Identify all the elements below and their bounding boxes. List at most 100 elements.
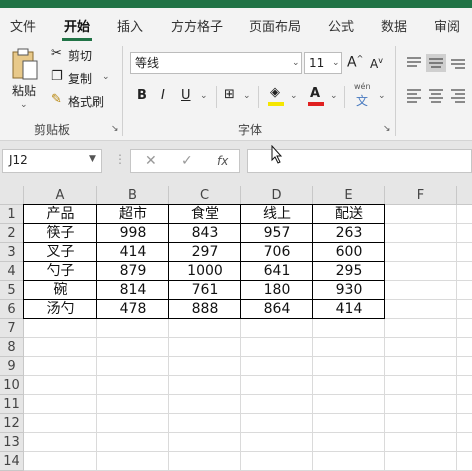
copy-icon[interactable]: ❐ — [51, 69, 63, 84]
insert-function-icon[interactable]: fx — [217, 154, 228, 168]
underline-dropdown-icon[interactable]: ⌄ — [200, 91, 208, 101]
font-launcher-icon[interactable]: ↘ — [383, 124, 391, 134]
cell-a1[interactable]: 产品 — [24, 205, 97, 224]
font-color-icon[interactable]: A — [310, 86, 320, 101]
cell-a2[interactable]: 筷子 — [24, 224, 97, 243]
row-header-13[interactable]: 13 — [0, 433, 24, 452]
column-header-a[interactable]: A — [24, 186, 97, 205]
cell-a6[interactable]: 汤勺 — [24, 300, 97, 319]
column-header-f[interactable]: F — [385, 186, 457, 205]
spreadsheet-grid[interactable]: A B C D E F 1 2 3 4 5 6 7 8 9 10 11 12 13 14 产品 超市 食堂 线上 配送 筷子 998… — [0, 186, 472, 471]
row-header-6[interactable]: 6 — [0, 300, 24, 319]
fill-color-dropdown-icon[interactable]: ⌄ — [290, 91, 298, 101]
select-all-corner[interactable] — [0, 186, 24, 205]
cell-e2[interactable]: 263 — [313, 224, 385, 243]
scissors-icon[interactable]: ✂ — [51, 46, 62, 61]
column-header-e[interactable]: E — [313, 186, 385, 205]
tab-data[interactable]: 数据 — [381, 16, 407, 35]
tab-insert[interactable]: 插入 — [117, 16, 143, 35]
cell-b5[interactable]: 814 — [97, 281, 169, 300]
tab-home[interactable]: 开始 — [64, 16, 90, 35]
font-name-select[interactable]: 等线 — [130, 52, 302, 74]
cancel-icon[interactable]: ✕ — [145, 153, 157, 169]
paste-label[interactable]: 粘贴 — [12, 82, 36, 99]
cell-d2[interactable]: 957 — [241, 224, 313, 243]
bold-button[interactable]: B — [137, 88, 147, 103]
cell-e4[interactable]: 295 — [313, 262, 385, 281]
cell-d6[interactable]: 864 — [241, 300, 313, 319]
column-header-partial[interactable] — [457, 186, 472, 205]
cell-d4[interactable]: 641 — [241, 262, 313, 281]
column-header-d[interactable]: D — [241, 186, 313, 205]
cell-b6[interactable]: 478 — [97, 300, 169, 319]
row-header-8[interactable]: 8 — [0, 338, 24, 357]
row-header-4[interactable]: 4 — [0, 262, 24, 281]
row-header-2[interactable]: 2 — [0, 224, 24, 243]
row-header-7[interactable]: 7 — [0, 319, 24, 338]
copy-dropdown-icon[interactable]: ⌄ — [102, 72, 110, 82]
tab-review[interactable]: 审阅 — [434, 16, 460, 35]
cell-a3[interactable]: 叉子 — [24, 243, 97, 262]
copy-button[interactable]: 复制 — [68, 70, 92, 87]
cell-d5[interactable]: 180 — [241, 281, 313, 300]
font-name-dropdown-icon[interactable]: ⌄ — [292, 58, 300, 68]
cell-b4[interactable]: 879 — [97, 262, 169, 281]
cell-c4[interactable]: 1000 — [169, 262, 241, 281]
paste-icon — [12, 48, 38, 80]
row-header-14[interactable]: 14 — [0, 452, 24, 471]
cell-a4[interactable]: 勺子 — [24, 262, 97, 281]
tab-fangfang[interactable]: 方方格子 — [171, 16, 223, 35]
cell-d1[interactable]: 线上 — [241, 205, 313, 224]
row-header-1[interactable]: 1 — [0, 205, 24, 224]
italic-button[interactable]: I — [161, 88, 165, 103]
fill-color-icon[interactable]: ◈ — [270, 85, 280, 100]
row-header-5[interactable]: 5 — [0, 281, 24, 300]
cell-e3[interactable]: 600 — [313, 243, 385, 262]
cell-e1[interactable]: 配送 — [313, 205, 385, 224]
cell-e5[interactable]: 930 — [313, 281, 385, 300]
border-dropdown-icon[interactable]: ⌄ — [243, 91, 251, 101]
enter-icon[interactable]: ✓ — [181, 153, 193, 169]
tab-page-layout[interactable]: 页面布局 — [249, 16, 301, 35]
name-box-dropdown-icon[interactable]: ▼ — [89, 154, 96, 164]
row-header-9[interactable]: 9 — [0, 357, 24, 376]
cut-button[interactable]: 剪切 — [68, 47, 92, 64]
cell-c3[interactable]: 297 — [169, 243, 241, 262]
row-header-3[interactable]: 3 — [0, 243, 24, 262]
cell-c6[interactable]: 888 — [169, 300, 241, 319]
clipboard-launcher-icon[interactable]: ↘ — [111, 124, 119, 134]
paste-dropdown-icon[interactable]: ⌄ — [20, 100, 28, 110]
phonetic-dropdown-icon[interactable]: ⌄ — [378, 91, 386, 101]
cell-c5[interactable]: 761 — [169, 281, 241, 300]
cell-b2[interactable]: 998 — [97, 224, 169, 243]
phonetic-guide-icon[interactable]: 文 — [356, 92, 368, 109]
group-divider-2 — [395, 46, 396, 136]
font-color-swatch — [308, 102, 324, 106]
cell-e6[interactable]: 414 — [313, 300, 385, 319]
cell-c2[interactable]: 843 — [169, 224, 241, 243]
cell-d3[interactable]: 706 — [241, 243, 313, 262]
cell-c1[interactable]: 食堂 — [169, 205, 241, 224]
decrease-font-size-icon[interactable]: Av — [370, 56, 383, 71]
row-header-11[interactable]: 11 — [0, 395, 24, 414]
format-painter-icon[interactable]: ✎ — [51, 92, 62, 107]
column-header-c[interactable]: C — [169, 186, 241, 205]
border-icon[interactable]: ⊞ — [224, 87, 235, 102]
format-painter-button[interactable]: 格式刷 — [68, 93, 104, 110]
font-color-dropdown-icon[interactable]: ⌄ — [330, 91, 338, 101]
fill-color-swatch — [268, 102, 284, 106]
row-header-10[interactable]: 10 — [0, 376, 24, 395]
paste-button[interactable] — [10, 48, 40, 82]
font-size-dropdown-icon[interactable]: ⌄ — [332, 58, 340, 68]
column-header-b[interactable]: B — [97, 186, 169, 205]
tab-formulas[interactable]: 公式 — [328, 16, 354, 35]
row-header-12[interactable]: 12 — [0, 414, 24, 433]
name-box-value: J12 — [9, 153, 28, 167]
tab-file[interactable]: 文件 — [10, 16, 36, 35]
cell-b3[interactable]: 414 — [97, 243, 169, 262]
name-box[interactable]: J12 ▼ — [2, 149, 102, 173]
increase-font-size-icon[interactable]: A^ — [347, 54, 363, 71]
cell-a5[interactable]: 碗 — [24, 281, 97, 300]
cell-b1[interactable]: 超市 — [97, 205, 169, 224]
underline-button[interactable]: U — [181, 88, 191, 103]
